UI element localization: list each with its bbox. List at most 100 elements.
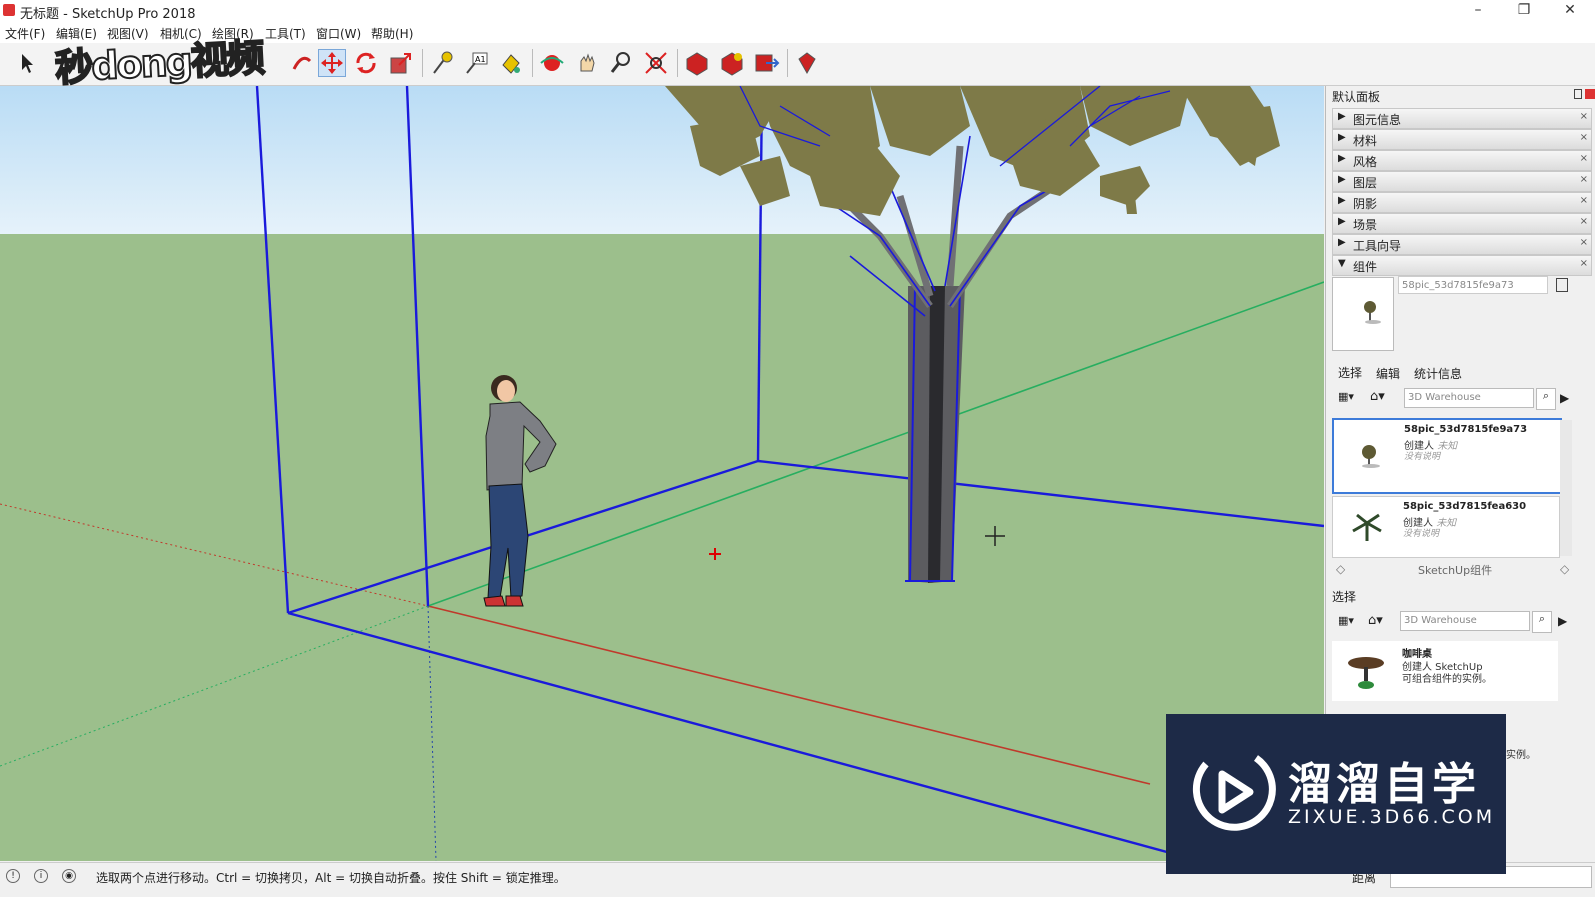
zoom-tool-icon[interactable] xyxy=(607,49,635,77)
warehouse-search-input-2[interactable]: 3D Warehouse xyxy=(1400,611,1530,631)
pin-icon[interactable] xyxy=(1574,89,1582,99)
close-icon[interactable]: × xyxy=(1580,111,1588,122)
close-icon[interactable]: × xyxy=(1580,153,1588,164)
coffee-table-thumbnail-icon xyxy=(1336,645,1396,697)
search-icon[interactable]: ⌕ xyxy=(1532,611,1552,633)
text-tool-icon[interactable]: A1 xyxy=(463,49,491,77)
tree-foliage xyxy=(665,86,1280,216)
menu-window[interactable]: 窗口(W) xyxy=(316,25,361,42)
close-button[interactable]: ✕ xyxy=(1547,0,1593,22)
scene-canvas xyxy=(0,86,1324,861)
tray-row-components[interactable]: ▼ 组件 × xyxy=(1332,255,1592,276)
tray-row-label: 组件 xyxy=(1353,260,1378,274)
selection-box xyxy=(255,86,1324,861)
maximize-button[interactable]: ❐ xyxy=(1501,0,1547,22)
minimize-button[interactable]: – xyxy=(1455,0,1501,22)
close-icon[interactable]: × xyxy=(1580,195,1588,206)
component-description: 没有说明 xyxy=(1404,452,1441,462)
search-icon[interactable]: ⌕ xyxy=(1536,388,1556,410)
title-bar: 无标题 - SketchUp Pro 2018 – ❐ ✕ xyxy=(0,0,1595,22)
inference-point xyxy=(709,548,721,560)
collection-label: SketchUp组件 xyxy=(1418,564,1493,577)
geolocation-icon[interactable]: ! xyxy=(6,869,20,883)
view-options-icon[interactable]: ▦▾ xyxy=(1338,614,1358,632)
close-icon[interactable]: × xyxy=(1580,174,1588,185)
zoom-extents-tool-icon[interactable] xyxy=(642,49,670,77)
scale-tool-icon[interactable] xyxy=(387,49,415,77)
home-icon[interactable]: ⌂▾ xyxy=(1368,613,1394,631)
palm-thumbnail-icon xyxy=(1337,501,1397,553)
tray-row-label: 图层 xyxy=(1353,176,1378,190)
forward-arrow-icon[interactable]: ◇ xyxy=(1560,562,1569,576)
toolbar-separator xyxy=(532,49,533,77)
component-name: 58pic_53d7815fe9a73 xyxy=(1404,424,1528,435)
menu-tools[interactable]: 工具(T) xyxy=(265,25,306,42)
tray-row-styles[interactable]: ▶ 风格 × xyxy=(1332,150,1592,171)
close-icon[interactable]: × xyxy=(1580,258,1588,269)
paint-bucket-tool-icon[interactable] xyxy=(497,49,525,77)
close-icon[interactable]: × xyxy=(1580,132,1588,143)
rotate-tool-icon[interactable] xyxy=(352,49,380,77)
list-scrollbar[interactable] xyxy=(1560,420,1572,556)
component-list-item[interactable]: 58pic_53d7815fea630 创建人 未知 没有说明 xyxy=(1332,496,1560,558)
secondary-select-label: 选择 xyxy=(1332,590,1357,604)
home-icon[interactable]: ⌂▾ xyxy=(1370,389,1396,407)
follow-me-tool-icon[interactable] xyxy=(288,49,316,77)
close-icon[interactable]: × xyxy=(1580,216,1588,227)
component-preview xyxy=(1332,277,1394,351)
details-arrow-icon[interactable]: ▶ xyxy=(1560,391,1569,405)
3d-warehouse-icon[interactable] xyxy=(683,49,711,77)
close-icon[interactable]: × xyxy=(1580,237,1588,248)
svg-text:A1: A1 xyxy=(475,55,486,64)
toolbar-separator xyxy=(677,49,678,77)
tray-row-label: 场景 xyxy=(1353,218,1378,232)
move-cursor-icon xyxy=(985,526,1005,546)
menu-file[interactable]: 文件(F) xyxy=(5,25,45,42)
tray-row-label: 图元信息 xyxy=(1353,113,1402,127)
tray-row-entity-info[interactable]: ▶ 图元信息 × xyxy=(1332,108,1592,129)
window-title: 无标题 - SketchUp Pro 2018 xyxy=(20,7,196,22)
component-name-field[interactable]: 58pic_53d7815fe9a73 xyxy=(1398,276,1548,294)
tray-row-materials[interactable]: ▶ 材料 × xyxy=(1332,129,1592,150)
share-component-icon[interactable] xyxy=(752,49,780,77)
tab-select[interactable]: 选择 xyxy=(1338,364,1362,381)
tape-measure-tool-icon[interactable] xyxy=(428,49,456,77)
pan-tool-icon[interactable] xyxy=(573,49,601,77)
extension-warehouse-icon[interactable] xyxy=(793,49,821,77)
play-logo-icon xyxy=(1192,755,1276,831)
details-icon[interactable] xyxy=(1556,278,1568,292)
expand-arrow-icon: ▶ xyxy=(1338,174,1346,185)
user-icon[interactable]: ◉ xyxy=(62,869,76,883)
tray-close-icon[interactable] xyxy=(1585,89,1595,99)
orbit-tool-icon[interactable] xyxy=(538,49,566,77)
select-tool-icon[interactable] xyxy=(12,49,40,77)
component-list-item[interactable]: 58pic_53d7815fe9a73 创建人 未知 没有说明 xyxy=(1332,418,1562,494)
details-arrow-icon[interactable]: ▶ xyxy=(1558,614,1567,628)
drawing-viewport[interactable] xyxy=(0,86,1324,861)
credits-icon[interactable]: i xyxy=(34,869,48,883)
tab-statistics[interactable]: 统计信息 xyxy=(1414,365,1462,382)
toolbar-separator xyxy=(422,49,423,77)
tray-row-instructor[interactable]: ▶ 工具向导 × xyxy=(1332,234,1592,255)
watermark-brand: 溜溜自学 xyxy=(1288,759,1480,810)
component-list-item[interactable]: 咖啡桌 创建人 SketchUp 可组合组件的实例。 xyxy=(1332,641,1558,701)
menu-help[interactable]: 帮助(H) xyxy=(371,25,413,42)
tray-row-label: 工具向导 xyxy=(1353,239,1402,253)
tray-row-scenes[interactable]: ▶ 场景 × xyxy=(1332,213,1592,234)
tray-row-layers[interactable]: ▶ 图层 × xyxy=(1332,171,1592,192)
tree-thumbnail-icon xyxy=(1338,424,1398,486)
red-axis-negative xyxy=(0,503,429,607)
expand-arrow-icon: ▶ xyxy=(1338,132,1346,143)
share-model-icon[interactable] xyxy=(718,49,746,77)
red-axis xyxy=(427,605,1151,785)
tray-row-label: 材料 xyxy=(1353,134,1378,148)
back-arrow-icon[interactable]: ◇ xyxy=(1336,562,1345,576)
warehouse-search-input[interactable]: 3D Warehouse xyxy=(1404,388,1534,408)
tray-row-label: 阴影 xyxy=(1353,197,1378,211)
collapse-arrow-icon: ▼ xyxy=(1338,258,1346,269)
sketchup-app-icon xyxy=(3,4,15,16)
tray-row-shadows[interactable]: ▶ 阴影 × xyxy=(1332,192,1592,213)
tab-edit[interactable]: 编辑 xyxy=(1376,365,1400,382)
move-tool-icon[interactable] xyxy=(318,49,346,77)
view-options-icon[interactable]: ▦▾ xyxy=(1338,390,1358,408)
